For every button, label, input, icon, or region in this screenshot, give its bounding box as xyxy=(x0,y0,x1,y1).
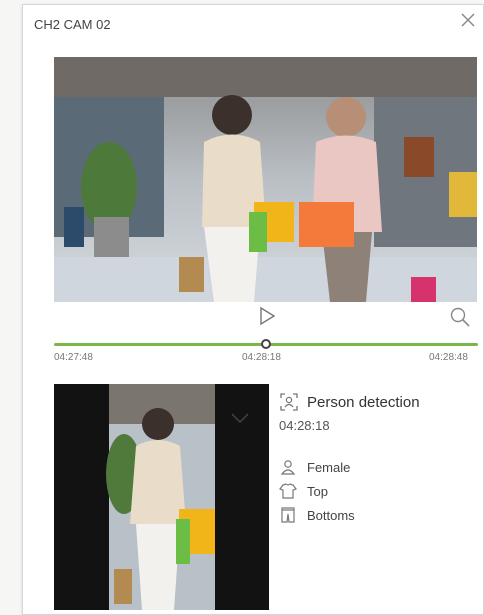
timeline-start-time: 04:27:48 xyxy=(54,352,93,363)
attribute-female: Female xyxy=(279,455,479,479)
detection-type-row: Person detection xyxy=(279,390,479,414)
female-icon xyxy=(279,458,297,476)
detection-attributes: Female Top Bottoms xyxy=(279,455,479,527)
title-bar: CH2 CAM 02 xyxy=(23,5,483,43)
timeline-playhead[interactable] xyxy=(261,339,271,349)
search-icon[interactable] xyxy=(449,306,471,328)
attribute-label: Bottoms xyxy=(307,507,355,523)
window-title: CH2 CAM 02 xyxy=(34,17,111,32)
detection-thumbnail[interactable] xyxy=(54,384,269,610)
timeline-slider[interactable] xyxy=(54,339,478,349)
attribute-top: Top xyxy=(279,479,479,503)
close-icon[interactable] xyxy=(457,11,479,33)
attribute-label: Top xyxy=(307,483,328,499)
timeline-current-time: 04:28:18 xyxy=(242,352,281,363)
attribute-bottoms: Bottoms xyxy=(279,503,479,527)
attribute-label: Female xyxy=(307,459,351,475)
timeline-end-time: 04:28:48 xyxy=(429,352,468,363)
detection-type-label: Person detection xyxy=(307,393,420,411)
top-clothing-icon xyxy=(279,482,297,500)
play-icon[interactable] xyxy=(257,306,277,326)
person-detection-icon xyxy=(279,392,299,412)
camera-window: CH2 CAM 02 04:27:48 04:28:18 04:28:48 Pe… xyxy=(22,4,484,615)
detection-time: 04:28:18 xyxy=(279,418,330,433)
bottoms-clothing-icon xyxy=(279,506,297,524)
detection-info: Person detection 04:28:18 Female Top Bot xyxy=(279,390,479,527)
playback-controls xyxy=(23,302,483,332)
video-frame[interactable] xyxy=(54,57,477,302)
